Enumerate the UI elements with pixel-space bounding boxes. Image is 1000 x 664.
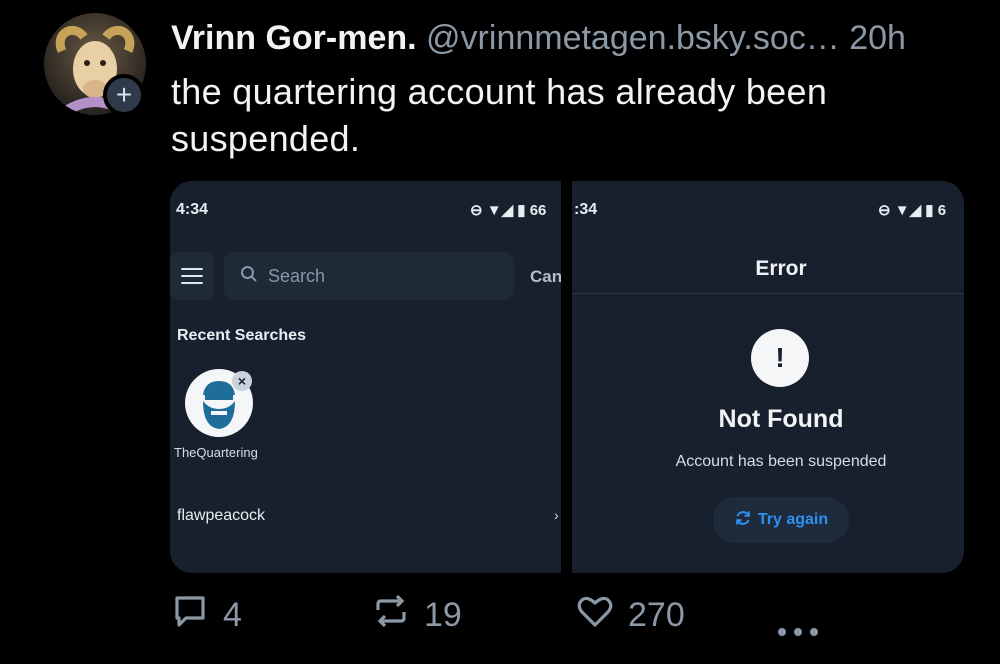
repost-icon: [372, 592, 410, 639]
suspended-message: Account has been suspended: [675, 453, 887, 470]
refresh-icon: [734, 509, 752, 532]
try-again-label: Try again: [757, 511, 829, 528]
chevron-right-icon: ›: [554, 507, 559, 523]
recent-search-row: flawpeacock: [177, 507, 266, 524]
error-exclamation-icon: !: [751, 329, 809, 387]
search-input: Search: [224, 252, 514, 300]
like-count: 270: [628, 596, 685, 634]
hamburger-menu-icon: [170, 252, 214, 300]
screenshot-search[interactable]: 4:34 ⊖ ▼◢ ▮ 66 Search Can Recent Searche…: [170, 181, 561, 573]
status-icons: ⊖ ▼◢ ▮ 6: [878, 202, 947, 219]
exclamation-mark: !: [775, 342, 785, 373]
author-handle[interactable]: @vrinnmetagen.bsky.soc…: [426, 19, 840, 57]
reply-button[interactable]: 4: [171, 592, 242, 639]
author-name[interactable]: Vrinn Gor-men.: [171, 19, 417, 57]
author-avatar-container[interactable]: +: [44, 13, 148, 117]
recent-account-name: TheQuartering: [174, 445, 258, 460]
like-button[interactable]: 270: [576, 592, 685, 639]
close-icon: ×: [232, 371, 252, 391]
cancel-label: Can: [530, 267, 561, 286]
screenshot-error[interactable]: :34 ⊖ ▼◢ ▮ 6 Error ! Not Found Account h…: [572, 181, 964, 573]
nav-divider: [572, 293, 964, 294]
post-media[interactable]: 4:34 ⊖ ▼◢ ▮ 66 Search Can Recent Searche…: [170, 181, 964, 573]
recent-searches-title: Recent Searches: [177, 327, 306, 344]
post-header: Vrinn Gor-men. @vrinnmetagen.bsky.soc… 2…: [171, 16, 906, 60]
reply-bubble-icon: [171, 592, 209, 639]
error-nav-title: Error: [755, 257, 807, 280]
post-action-bar: 4 19 270: [0, 592, 1000, 642]
more-options-button[interactable]: [776, 608, 820, 647]
search-icon: [240, 265, 258, 288]
try-again-button: Try again: [713, 497, 849, 543]
repost-button[interactable]: 19: [372, 592, 462, 639]
repost-count: 19: [424, 596, 462, 634]
not-found-heading: Not Found: [718, 405, 844, 433]
reply-count: 4: [223, 596, 242, 634]
status-time: 4:34: [176, 201, 209, 218]
post-timestamp[interactable]: 20h: [849, 19, 906, 57]
status-time: :34: [574, 201, 598, 218]
ellipsis-icon: [776, 608, 820, 647]
plus-icon: +: [115, 79, 133, 110]
follow-button[interactable]: +: [103, 74, 145, 116]
search-placeholder: Search: [268, 265, 326, 286]
heart-icon: [576, 592, 614, 639]
status-icons: ⊖ ▼◢ ▮ 66: [470, 202, 547, 219]
post-text: the quartering account has already been …: [171, 71, 828, 159]
